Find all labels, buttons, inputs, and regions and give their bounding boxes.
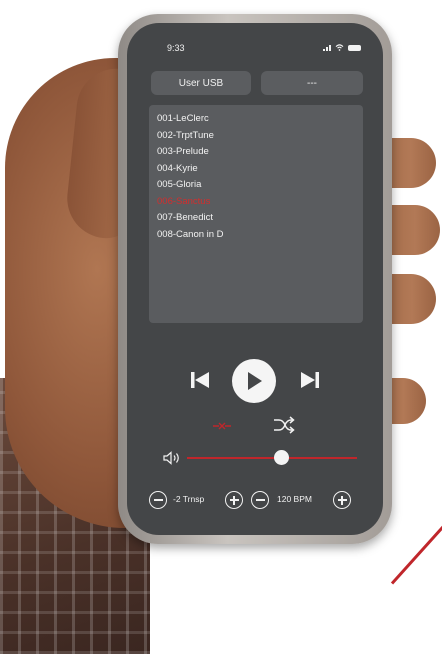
track-item[interactable]: 003-Prelude: [157, 144, 363, 161]
source-user-usb-button[interactable]: User USB: [151, 71, 251, 95]
track-item[interactable]: 008-Canon in D: [157, 227, 363, 244]
source-secondary-button[interactable]: ---: [261, 71, 363, 95]
track-item[interactable]: 002-TrptTune: [157, 128, 363, 145]
track-item[interactable]: 007-Benedict: [157, 210, 363, 227]
track-item[interactable]: 004-Kyrie: [157, 161, 363, 178]
track-item[interactable]: 001-LeClerc: [157, 111, 363, 128]
play-icon: [248, 372, 262, 390]
status-time: 9:33: [167, 43, 185, 53]
signal-icon: [323, 44, 331, 51]
playlist: 001-LeClerc 002-TrptTune 003-Prelude 004…: [149, 105, 363, 323]
transpose-minus-button[interactable]: [149, 491, 167, 509]
decorative-red-line: [390, 500, 442, 585]
volume-slider-track[interactable]: [187, 457, 357, 459]
transpose-value: -2 Trnsp: [173, 494, 205, 504]
shuffle-icon[interactable]: [273, 416, 295, 434]
transport-controls: [127, 359, 383, 403]
speaker-icon[interactable]: [163, 451, 181, 465]
wifi-icon: [335, 44, 344, 51]
phone: 9:33 User USB --- 001-LeClerc 002-TrptTu…: [118, 14, 392, 544]
phone-screen: 9:33 User USB --- 001-LeClerc 002-TrptTu…: [127, 23, 383, 535]
play-button[interactable]: [232, 359, 276, 403]
status-bar: 9:33: [127, 23, 383, 59]
tempo-plus-button[interactable]: [333, 491, 351, 509]
skip-previous-icon[interactable]: [189, 369, 211, 391]
track-item-active[interactable]: 006-Sanctus: [157, 194, 363, 211]
loop-icon[interactable]: [211, 420, 233, 432]
battery-icon: [348, 44, 361, 51]
stepper-row: -2 Trnsp 120 BPM: [127, 491, 383, 515]
tempo-minus-button[interactable]: [251, 491, 269, 509]
track-item[interactable]: 005-Gloria: [157, 177, 363, 194]
transpose-plus-button[interactable]: [225, 491, 243, 509]
tempo-value: 120 BPM: [277, 494, 312, 504]
volume-slider-knob[interactable]: [273, 450, 289, 465]
status-icons: [323, 44, 361, 51]
skip-next-icon[interactable]: [299, 369, 321, 391]
